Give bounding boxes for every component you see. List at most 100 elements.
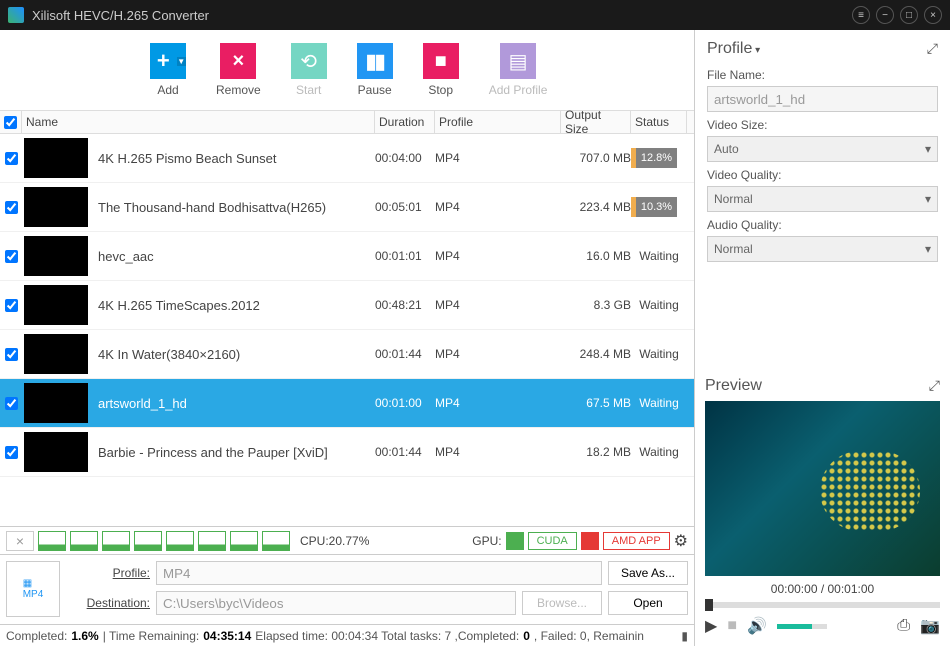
minimize-button[interactable]: − bbox=[876, 6, 894, 24]
status-bar: Completed: 1.6% | Time Remaining: 04:35:… bbox=[0, 624, 694, 646]
row-checkbox[interactable] bbox=[5, 299, 18, 312]
chevron-down-icon: ▾ bbox=[925, 242, 931, 256]
preview-time: 00:00:00 / 00:01:00 bbox=[705, 582, 940, 596]
audioquality-select[interactable]: Normal▾ bbox=[707, 236, 938, 262]
row-checkbox[interactable] bbox=[5, 446, 18, 459]
amd-badge[interactable]: AMD APP bbox=[603, 532, 670, 550]
col-name[interactable]: Name bbox=[22, 111, 375, 133]
thumbnail bbox=[24, 236, 88, 276]
start-icon: ⟲ bbox=[291, 43, 327, 79]
expand-preview-icon[interactable]: ⤢ bbox=[929, 377, 940, 394]
file-name: 4K H.265 Pismo Beach Sunset bbox=[98, 151, 375, 166]
maximize-button[interactable]: □ bbox=[900, 6, 918, 24]
cpu-core-disable[interactable]: × bbox=[6, 531, 34, 551]
file-row[interactable]: 4K H.265 Pismo Beach Sunset00:04:00MP470… bbox=[0, 134, 694, 183]
row-checkbox[interactable] bbox=[5, 152, 18, 165]
profile-heading: Profile bbox=[707, 40, 752, 57]
file-name: The Thousand-hand Bodhisattva(H265) bbox=[98, 200, 375, 215]
file-row[interactable]: The Thousand-hand Bodhisattva(H265)00:05… bbox=[0, 183, 694, 232]
destination-field[interactable] bbox=[156, 591, 516, 615]
cpu-core-bar bbox=[102, 531, 130, 551]
thumbnail bbox=[24, 432, 88, 472]
add-profile-button[interactable]: ▤ Add Profile bbox=[489, 43, 548, 97]
stop-icon: ■ bbox=[423, 43, 459, 79]
file-list: 4K H.265 Pismo Beach Sunset00:04:00MP470… bbox=[0, 134, 694, 526]
profile-dropdown-icon[interactable]: ▾ bbox=[752, 45, 760, 56]
file-row[interactable]: 4K H.265 TimeScapes.201200:48:21MP48.3 G… bbox=[0, 281, 694, 330]
file-duration: 00:01:44 bbox=[375, 347, 435, 361]
file-row[interactable]: artsworld_1_hd00:01:00MP467.5 MBWaiting bbox=[0, 379, 694, 428]
file-size: 67.5 MB bbox=[561, 396, 631, 410]
preview-heading: Preview bbox=[705, 377, 762, 394]
stop-preview-button[interactable]: ■ bbox=[727, 617, 737, 635]
stop-button[interactable]: ■ Stop bbox=[423, 43, 459, 97]
volume-icon[interactable]: 🔊 bbox=[747, 616, 767, 636]
start-button[interactable]: ⟲ Start bbox=[291, 43, 327, 97]
row-checkbox[interactable] bbox=[5, 348, 18, 361]
file-size: 16.0 MB bbox=[561, 249, 631, 263]
cpu-core-bar bbox=[38, 531, 66, 551]
save-as-button[interactable]: Save As... bbox=[608, 561, 688, 585]
row-checkbox[interactable] bbox=[5, 201, 18, 214]
nvidia-icon bbox=[506, 532, 524, 550]
destination-label: Destination: bbox=[70, 596, 150, 610]
main-toolbar: +▼ Add × Remove ⟲ Start ▮▮ Pause ■ Stop … bbox=[0, 30, 694, 110]
preview-panel: Preview ⤢ 00:00:00 / 00:01:00 ▶ ■ 🔊 ⎙ 📷 bbox=[695, 373, 950, 646]
profile-field[interactable] bbox=[156, 561, 602, 585]
row-checkbox[interactable] bbox=[5, 250, 18, 263]
column-headers: Name Duration Profile Output Size Status bbox=[0, 110, 694, 134]
file-size: 248.4 MB bbox=[561, 347, 631, 361]
pause-button[interactable]: ▮▮ Pause bbox=[357, 43, 393, 97]
col-duration[interactable]: Duration bbox=[375, 111, 435, 133]
file-size: 8.3 GB bbox=[561, 298, 631, 312]
camera-icon[interactable]: 📷 bbox=[920, 616, 940, 636]
status-tray-icon[interactable]: ▮ bbox=[681, 629, 688, 643]
file-name: 4K In Water(3840×2160) bbox=[98, 347, 375, 362]
add-icon: +▼ bbox=[150, 43, 186, 79]
profile-panel: Profile ▾⤢ File Name: Video Size: Auto▾ … bbox=[695, 30, 950, 272]
open-button[interactable]: Open bbox=[608, 591, 688, 615]
expand-icon[interactable]: ⤢ bbox=[927, 40, 938, 57]
file-name: hevc_aac bbox=[98, 249, 375, 264]
cuda-badge[interactable]: CUDA bbox=[528, 532, 577, 550]
videosize-select[interactable]: Auto▾ bbox=[707, 136, 938, 162]
status-text: Waiting bbox=[631, 347, 687, 361]
seek-slider[interactable] bbox=[705, 602, 940, 608]
add-button[interactable]: +▼ Add bbox=[150, 43, 186, 97]
col-status[interactable]: Status bbox=[631, 111, 687, 133]
select-all-checkbox[interactable] bbox=[4, 116, 17, 129]
videosize-label: Video Size: bbox=[707, 118, 938, 132]
col-output-size[interactable]: Output Size bbox=[561, 111, 631, 133]
settings-gear-icon[interactable]: ⚙ bbox=[674, 531, 688, 551]
preview-image[interactable] bbox=[705, 401, 940, 576]
cpu-core-bar bbox=[230, 531, 258, 551]
thumbnail bbox=[24, 187, 88, 227]
volume-slider[interactable] bbox=[777, 624, 827, 629]
close-button[interactable]: × bbox=[924, 6, 942, 24]
file-size: 18.2 MB bbox=[561, 445, 631, 459]
play-button[interactable]: ▶ bbox=[705, 616, 717, 636]
cpu-core-bar bbox=[198, 531, 226, 551]
file-duration: 00:01:01 bbox=[375, 249, 435, 263]
row-checkbox[interactable] bbox=[5, 397, 18, 410]
file-row[interactable]: 4K In Water(3840×2160)00:01:44MP4248.4 M… bbox=[0, 330, 694, 379]
file-duration: 00:04:00 bbox=[375, 151, 435, 165]
file-profile: MP4 bbox=[435, 298, 561, 312]
videoquality-select[interactable]: Normal▾ bbox=[707, 186, 938, 212]
file-row[interactable]: Barbie - Princess and the Pauper [XviD]0… bbox=[0, 428, 694, 477]
remove-button[interactable]: × Remove bbox=[216, 43, 261, 97]
output-panel: ▦MP4 Profile: Save As... Destination: Br… bbox=[0, 554, 694, 624]
cpu-panel: × CPU:20.77% GPU: CUDA AMD APP ⚙ bbox=[0, 526, 694, 554]
app-logo-icon bbox=[8, 7, 24, 23]
file-row[interactable]: hevc_aac00:01:01MP416.0 MBWaiting bbox=[0, 232, 694, 281]
window-title: Xilisoft HEVC/H.265 Converter bbox=[32, 8, 852, 23]
browse-button[interactable]: Browse... bbox=[522, 591, 602, 615]
filename-field[interactable] bbox=[707, 86, 938, 112]
chevron-down-icon: ▾ bbox=[925, 192, 931, 206]
cpu-core-bar bbox=[134, 531, 162, 551]
remove-icon: × bbox=[220, 43, 256, 79]
col-profile[interactable]: Profile bbox=[435, 111, 561, 133]
snapshot-folder-icon[interactable]: ⎙ bbox=[897, 617, 910, 635]
status-text: Waiting bbox=[631, 298, 687, 312]
menu-button[interactable]: ≡ bbox=[852, 6, 870, 24]
